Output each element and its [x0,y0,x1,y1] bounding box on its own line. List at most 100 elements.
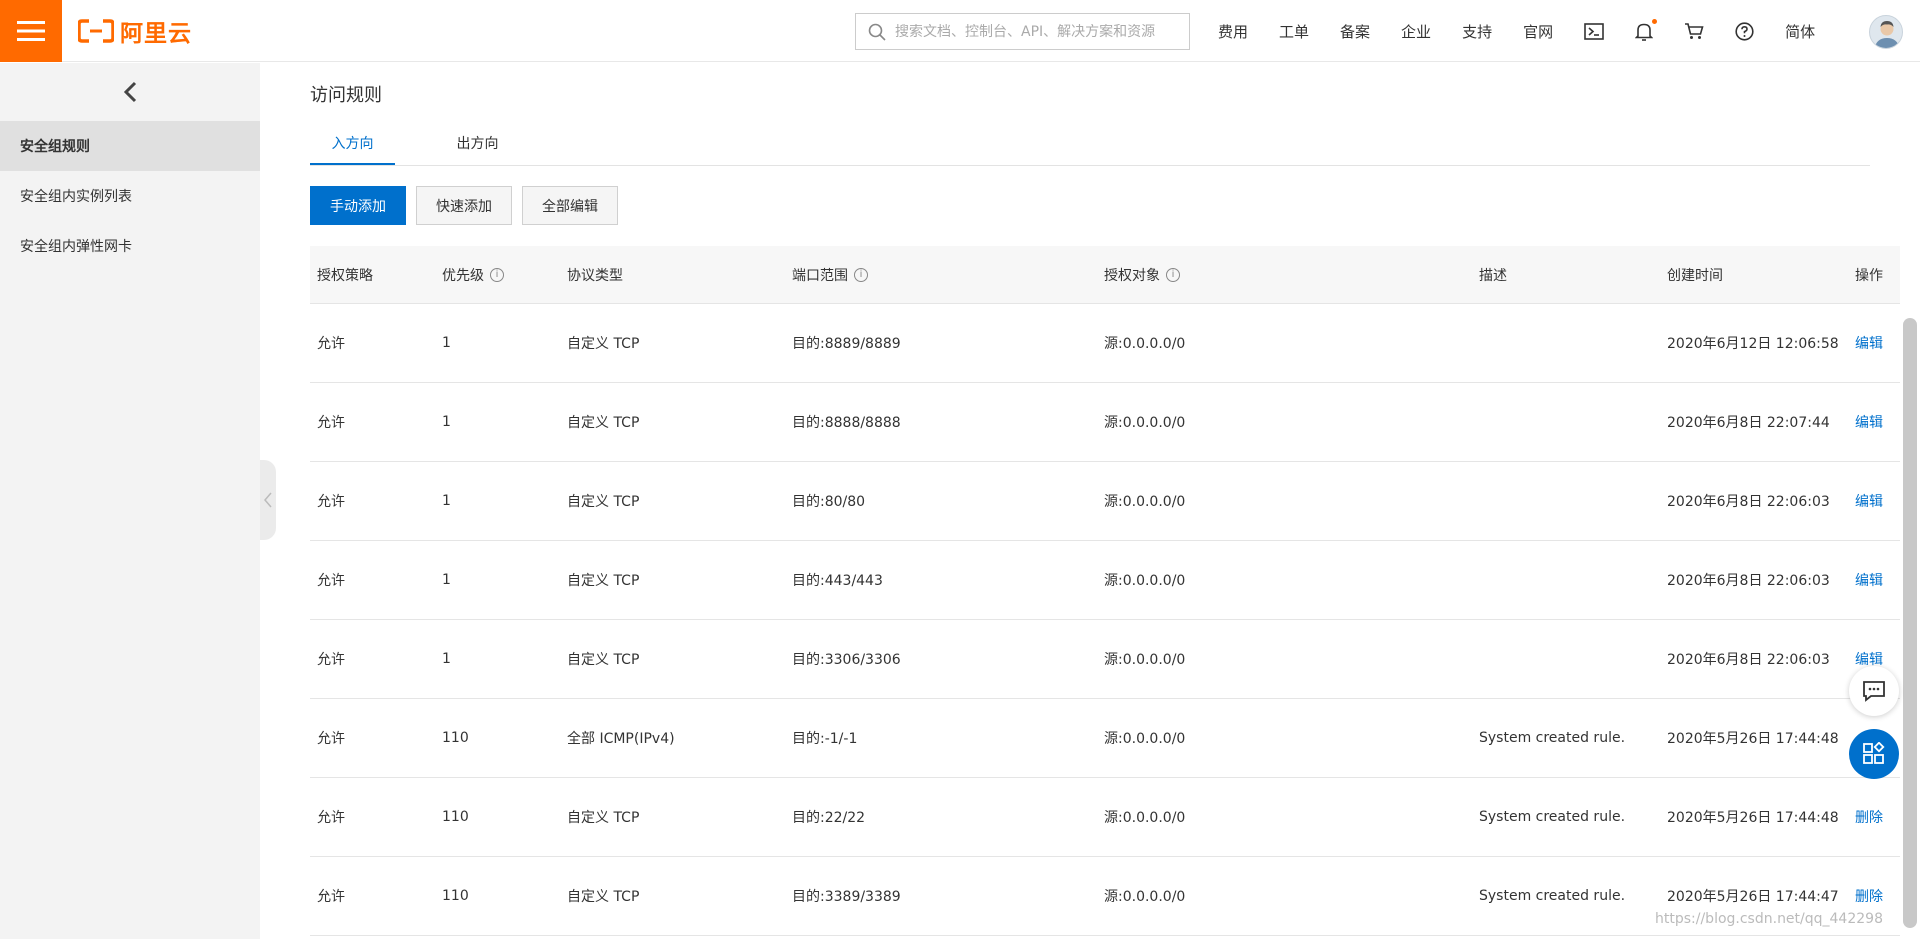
sidebar-item-instance-list[interactable]: 安全组内实例列表 [0,171,260,221]
quick-add-button[interactable]: 快速添加 [416,186,512,225]
cell-source: 源:0.0.0.0/0 [1104,652,1186,668]
cell-source: 源:0.0.0.0/0 [1104,573,1186,589]
delete-link[interactable]: 删除 [1848,807,1900,827]
cell-policy: 允许 [317,415,345,431]
manual-add-button[interactable]: 手动添加 [310,186,406,225]
cell-source: 源:0.0.0.0/0 [1104,415,1186,431]
cell-port: 目的:3389/3389 [792,889,901,905]
edit-link[interactable]: 编辑 [1848,412,1900,432]
logo[interactable]: 阿里云 [78,0,192,62]
notification-dot [1652,18,1658,24]
cell-priority: 1 [442,572,451,588]
edit-all-button[interactable]: 全部编辑 [522,186,618,225]
cell-port: 目的:3306/3306 [792,652,901,668]
cell-source: 源:0.0.0.0/0 [1104,494,1186,510]
app-shortcut-button[interactable] [1849,729,1899,779]
edit-link[interactable]: 编辑 [1848,491,1900,511]
table-header: 授权策略 优先级 i 协议类型 端口范围 i 授权对象 i 描述 创建时间 操作 [310,246,1900,304]
sidebar-item-security-group-rules[interactable]: 安全组规则 [0,121,260,171]
cell-created-time: 2020年5月26日 17:44:48 [1667,810,1839,826]
cell-priority: 110 [442,730,469,746]
chevron-left-icon [123,81,137,103]
table-row: 允许 1 自定义 TCP 目的:8888/8888 源:0.0.0.0/0 20… [310,383,1900,462]
cell-source: 源:0.0.0.0/0 [1104,889,1186,905]
table-row: 允许 1 自定义 TCP 目的:8889/8889 源:0.0.0.0/0 20… [310,304,1900,383]
cell-created-time: 2020年6月8日 22:06:03 [1667,652,1830,668]
cell-protocol: 自定义 TCP [567,336,640,352]
cell-port: 目的:443/443 [792,573,883,589]
top-bar: 阿里云 费用 工单 备案 企业 支持 官网 [0,0,1920,62]
cell-protocol: 自定义 TCP [567,494,640,510]
help-icon[interactable] [1735,21,1754,41]
sidebar-fold-handle[interactable] [260,460,276,540]
cell-created-time: 2020年6月8日 22:06:03 [1667,573,1830,589]
menu-button[interactable] [0,0,62,62]
sidebar: 安全组规则 安全组内实例列表 安全组内弹性网卡 [0,63,260,939]
column-header: 创建时间 [1667,267,1723,284]
nav-official-site[interactable]: 官网 [1523,21,1553,42]
column-header: 描述 [1479,267,1507,284]
page-title: 访问规则 [310,85,382,106]
column-header-label: 优先级 [442,267,484,284]
vertical-scrollbar[interactable] [1900,63,1920,939]
table-row: 允许 1 自定义 TCP 目的:3306/3306 源:0.0.0.0/0 20… [310,620,1900,699]
direction-tabs: 入方向 出方向 [310,123,1870,166]
cell-policy: 允许 [317,336,345,352]
cell-description: System created rule. [1479,888,1626,904]
avatar[interactable] [1869,15,1903,49]
cell-policy: 允许 [317,573,345,589]
cell-source: 源:0.0.0.0/0 [1104,731,1186,747]
cell-created-time: 2020年6月12日 12:06:58 [1667,336,1839,352]
cell-policy: 允许 [317,494,345,510]
tab-inbound[interactable]: 入方向 [310,123,395,165]
feedback-button[interactable] [1849,666,1899,716]
language-switch[interactable]: 简体 [1785,21,1815,42]
terminal-icon[interactable] [1584,22,1604,40]
info-icon[interactable]: i [854,267,868,282]
cell-port: 目的:80/80 [792,494,866,510]
cell-created-time: 2020年5月26日 17:44:47 [1667,889,1839,905]
search-box[interactable] [855,13,1190,50]
cart-icon[interactable] [1684,22,1704,40]
nav-fees[interactable]: 费用 [1218,21,1248,42]
cell-created-time: 2020年6月8日 22:07:44 [1667,415,1830,431]
logo-text: 阿里云 [120,20,192,47]
tab-outbound[interactable]: 出方向 [435,123,520,165]
column-header-port: 端口范围 i [785,265,1097,285]
chat-icon [1863,681,1885,702]
cell-created-time: 2020年6月8日 22:06:03 [1667,494,1830,510]
column-header: 协议类型 [567,267,623,284]
edit-link[interactable]: 编辑 [1848,333,1900,353]
delete-link[interactable]: 删除 [1848,886,1900,906]
action-bar: 手动添加 快速添加 全部编辑 [310,186,1875,225]
hamburger-icon [17,20,45,41]
scrollbar-thumb[interactable] [1903,318,1917,928]
column-header-label: 端口范围 [792,267,848,284]
cell-priority: 1 [442,651,451,667]
info-icon[interactable]: i [1166,267,1180,282]
column-header: 授权策略 [317,267,373,284]
cell-description: System created rule. [1479,730,1626,746]
table-row: 允许 1 自定义 TCP 目的:443/443 源:0.0.0.0/0 2020… [310,541,1900,620]
cell-protocol: 全部 ICMP(IPv4) [567,731,675,747]
search-input[interactable] [895,23,1185,40]
cell-port: 目的:22/22 [792,810,866,826]
nav-icp-filing[interactable]: 备案 [1340,21,1370,42]
nav-enterprise[interactable]: 企业 [1401,21,1431,42]
cell-policy: 允许 [317,731,345,747]
column-header-priority: 优先级 i [435,265,560,285]
bell-icon[interactable] [1635,18,1658,41]
info-icon[interactable]: i [490,267,504,282]
table-row: 允许 110 全部 ICMP(IPv4) 目的:-1/-1 源:0.0.0.0/… [310,699,1900,778]
edit-link[interactable]: 编辑 [1848,570,1900,590]
sidebar-item-elastic-nic[interactable]: 安全组内弹性网卡 [0,221,260,271]
user-avatar-icon [1874,21,1900,48]
sidebar-back-button[interactable] [0,63,260,121]
column-header-source: 授权对象 i [1097,265,1472,285]
table-row: 允许 1 自定义 TCP 目的:80/80 源:0.0.0.0/0 2020年6… [310,462,1900,541]
nav-tickets[interactable]: 工单 [1279,21,1309,42]
column-header: 操作 [1855,267,1883,284]
search-icon [868,23,886,41]
nav-support[interactable]: 支持 [1462,21,1492,42]
cell-source: 源:0.0.0.0/0 [1104,336,1186,352]
